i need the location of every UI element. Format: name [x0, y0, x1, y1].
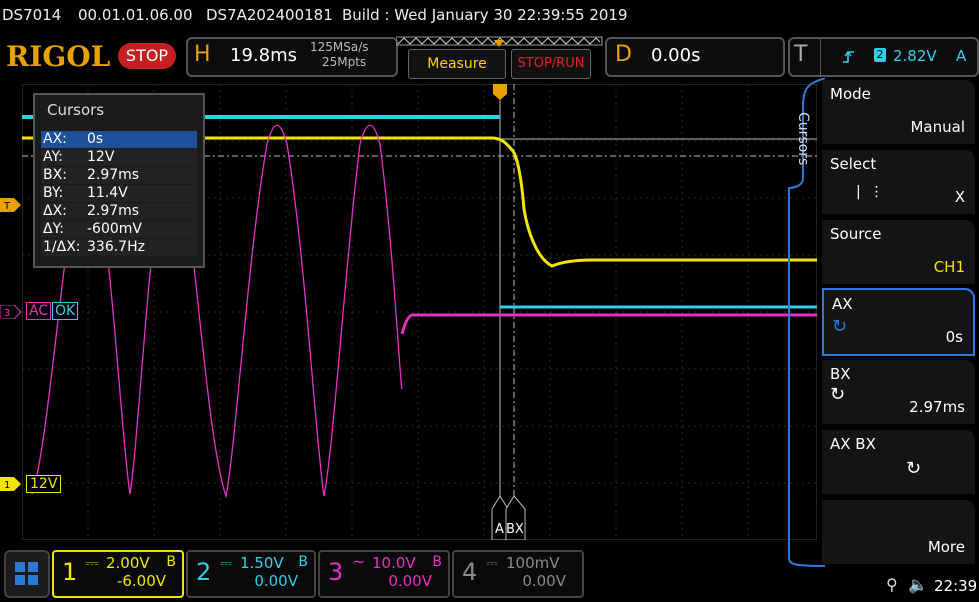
ch3-status[interactable]: 3 ~ 10.0V B 0.00V: [318, 550, 450, 598]
run-state-badge[interactable]: STOP: [118, 43, 176, 69]
cursor-window-title: Cursors: [47, 101, 105, 119]
stop-run-button[interactable]: STOP/RUN: [511, 49, 591, 79]
rigol-logo: RIGOL: [6, 40, 111, 73]
ch2-status[interactable]: 2 ⎓ 1.50V B 0.00V: [186, 550, 316, 598]
grid-icon-a: [15, 562, 25, 572]
cursor-row-ax: AX: 0s: [41, 131, 197, 148]
trigger-level-marker: T: [0, 198, 21, 212]
menu-select[interactable]: Select | ⋮ X: [822, 150, 975, 214]
firmware-label: 00.01.01.06.00: [78, 6, 193, 24]
cursor-row-ay: AY: 12V: [41, 149, 197, 166]
menu-source[interactable]: Source CH1: [822, 220, 975, 284]
timebase-value: 19.8ms: [230, 45, 297, 66]
cursor-b-label: BX: [506, 522, 524, 537]
select-cursor-glyphs: | ⋮: [856, 184, 884, 200]
delay-value: 0.00s: [651, 45, 701, 66]
delay-label: D: [615, 42, 632, 67]
serial-label: DS7A202400181: [206, 6, 333, 24]
trigger-divider: [820, 39, 821, 75]
ch3-offset-marker: 3: [0, 305, 22, 319]
ch1-dc-coupling-icon: ⎓: [86, 554, 98, 572]
delay-panel[interactable]: D 0.00s: [605, 37, 785, 77]
ch4-status[interactable]: 4 ⎓ 100mV 0.00V: [452, 550, 584, 598]
cursor-a-label: A: [495, 522, 504, 537]
usb-icon: ⚲: [886, 575, 898, 594]
menu-axbx[interactable]: AX BX ↻: [822, 430, 975, 494]
ch2-label-ok: OK: [52, 302, 79, 320]
cursor-row-freq: 1/ΔX: 336.7Hz: [41, 239, 197, 256]
measure-button[interactable]: Measure: [408, 49, 506, 79]
model-label: DS7014: [2, 6, 62, 24]
sound-muted-icon[interactable]: 🔈: [908, 575, 928, 594]
cursor-row-by: BY: 11.4V: [41, 185, 197, 202]
ax-knob-icon: ↻: [832, 316, 848, 337]
trigger-coupling: A: [956, 47, 967, 65]
ch1-label-12v: 12V: [26, 475, 62, 493]
svg-text:T: T: [3, 201, 11, 212]
home-button[interactable]: [4, 550, 50, 598]
ch4-dc-coupling-icon: ⎓: [486, 554, 498, 572]
bx-knob-icon: ↻: [830, 384, 846, 405]
sample-rate: 125MSa/s: [310, 40, 369, 54]
axbx-knob-icon: ↻: [906, 458, 922, 479]
ch1-offset-marker: 1: [0, 477, 21, 491]
menu-mode[interactable]: Mode Manual: [822, 80, 975, 144]
ch3-label-ac: AC: [26, 302, 52, 320]
trigger-label: T: [794, 42, 808, 67]
trigger-panel[interactable]: T 2 2.82V A: [788, 37, 979, 77]
trigger-level: 2.82V: [893, 47, 937, 65]
cursor-row-dy: ΔY: -600mV: [41, 221, 197, 238]
ch2-dc-coupling-icon: ⎓: [220, 554, 232, 572]
horizontal-panel[interactable]: H 19.8ms 125MSa/s 25Mpts: [186, 37, 398, 77]
menu-bx[interactable]: BX ↻ 2.97ms: [822, 360, 975, 424]
svg-text:3: 3: [4, 308, 10, 319]
svg-text:1: 1: [4, 480, 10, 491]
menu-ax[interactable]: AX ↻ 0s: [822, 288, 975, 356]
info-bar: DS7014 00.01.01.06.00 DS7A202400181 Buil…: [0, 0, 979, 32]
cursor-row-dx: ΔX: 2.97ms: [41, 203, 197, 220]
cursor-row-bx: BX: 2.97ms: [41, 167, 197, 184]
trigger-edge-icon: [843, 50, 854, 63]
horizontal-label: H: [194, 42, 211, 67]
menu-more[interactable]: More: [822, 500, 975, 564]
menu-tab-label[interactable]: Cursors: [795, 112, 811, 165]
ch3-ac-coupling-icon: ~: [352, 552, 366, 571]
memory-position-bar: [396, 36, 603, 47]
ch1-status[interactable]: 1 ⎓ 2.00V B -6.00V: [52, 550, 184, 598]
memory-depth: 25Mpts: [322, 55, 367, 69]
cursor-results-window[interactable]: Cursors AX: 0s AY: 12V BX: 2.97ms BY: 11.4V …: [33, 93, 205, 268]
trigger-source-badge: 2: [874, 48, 886, 62]
build-label: Build : Wed January 30 22:39:55 2019: [342, 6, 628, 24]
clock: 22:39: [934, 577, 978, 595]
